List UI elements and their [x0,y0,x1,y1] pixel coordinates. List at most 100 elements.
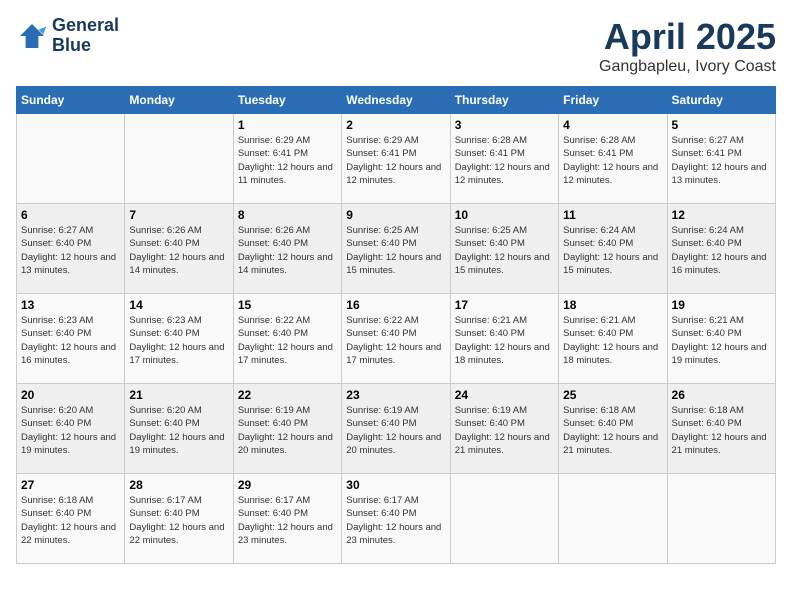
calendar-cell: 25 Sunrise: 6:18 AM Sunset: 6:40 PM Dayli… [559,384,667,474]
logo-icon [16,20,48,52]
day-info: Sunrise: 6:23 AM Sunset: 6:40 PM Dayligh… [129,314,228,367]
day-info: Sunrise: 6:20 AM Sunset: 6:40 PM Dayligh… [129,404,228,457]
calendar-cell: 11Sunrise: 6:24 AM Sunset: 6:40 PM Dayli… [559,204,667,294]
day-info: Sunrise: 6:24 AM Sunset: 6:40 PM Dayligh… [672,224,771,277]
calendar-cell: 13 Sunrise: 6:23 AM Sunset: 6:40 PM Dayli… [17,294,125,384]
calendar-week-row: 27 Sunrise: 6:18 AM Sunset: 6:40 PM Dayli… [17,474,776,564]
day-number: 24 [455,388,554,402]
day-info: Sunrise: 6:18 AM Sunset: 6:40 PM Dayligh… [21,494,120,547]
calendar-cell: 1 Sunrise: 6:29 AM Sunset: 6:41 PM Daylig… [233,114,341,204]
calendar-cell: 3Sunrise: 6:28 AM Sunset: 6:41 PM Daylig… [450,114,558,204]
calendar-cell: 27 Sunrise: 6:18 AM Sunset: 6:40 PM Dayli… [17,474,125,564]
day-number: 11 [563,208,662,222]
calendar-cell [559,474,667,564]
day-number: 20 [21,388,120,402]
day-info: Sunrise: 6:27 AM Sunset: 6:41 PM Dayligh… [672,134,771,187]
calendar-cell: 7Sunrise: 6:26 AM Sunset: 6:40 PM Daylig… [125,204,233,294]
page-header: General Blue April 2025 Gangbapleu, Ivor… [16,16,776,76]
day-info: Sunrise: 6:20 AM Sunset: 6:40 PM Dayligh… [21,404,120,457]
calendar-cell: 14 Sunrise: 6:23 AM Sunset: 6:40 PM Dayli… [125,294,233,384]
day-info: Sunrise: 6:21 AM Sunset: 6:40 PM Dayligh… [563,314,662,367]
weekday-header: Wednesday [342,87,450,114]
calendar-cell: 20 Sunrise: 6:20 AM Sunset: 6:40 PM Dayli… [17,384,125,474]
calendar-cell: 30 Sunrise: 6:17 AM Sunset: 6:40 PM Dayli… [342,474,450,564]
day-number: 29 [238,478,337,492]
calendar-cell [667,474,775,564]
calendar-cell: 18 Sunrise: 6:21 AM Sunset: 6:40 PM Dayli… [559,294,667,384]
calendar-cell: 29 Sunrise: 6:17 AM Sunset: 6:40 PM Dayli… [233,474,341,564]
calendar-cell: 24 Sunrise: 6:19 AM Sunset: 6:40 PM Dayli… [450,384,558,474]
day-number: 8 [238,208,337,222]
calendar-week-row: 20 Sunrise: 6:20 AM Sunset: 6:40 PM Dayli… [17,384,776,474]
day-info: Sunrise: 6:29 AM Sunset: 6:41 PM Dayligh… [346,134,445,187]
calendar-week-row: 6 Sunrise: 6:27 AM Sunset: 6:40 PM Daylig… [17,204,776,294]
day-info: Sunrise: 6:17 AM Sunset: 6:40 PM Dayligh… [238,494,337,547]
day-number: 9 [346,208,445,222]
day-number: 12 [672,208,771,222]
calendar-cell: 8 Sunrise: 6:26 AM Sunset: 6:40 PM Daylig… [233,204,341,294]
day-number: 13 [21,298,120,312]
title-area: April 2025 Gangbapleu, Ivory Coast [599,16,776,76]
day-number: 2 [346,118,445,132]
day-number: 26 [672,388,771,402]
day-number: 4 [563,118,662,132]
day-info: Sunrise: 6:19 AM Sunset: 6:40 PM Dayligh… [238,404,337,457]
day-number: 28 [129,478,228,492]
calendar-cell: 4Sunrise: 6:28 AM Sunset: 6:41 PM Daylig… [559,114,667,204]
day-info: Sunrise: 6:18 AM Sunset: 6:40 PM Dayligh… [563,404,662,457]
day-number: 21 [129,388,228,402]
calendar-table: SundayMondayTuesdayWednesdayThursdayFrid… [16,86,776,564]
day-number: 25 [563,388,662,402]
calendar-cell: 10Sunrise: 6:25 AM Sunset: 6:40 PM Dayli… [450,204,558,294]
calendar-cell: 2 Sunrise: 6:29 AM Sunset: 6:41 PM Daylig… [342,114,450,204]
day-info: Sunrise: 6:17 AM Sunset: 6:40 PM Dayligh… [346,494,445,547]
logo-text: General Blue [52,16,119,56]
weekday-header-row: SundayMondayTuesdayWednesdayThursdayFrid… [17,87,776,114]
day-info: Sunrise: 6:25 AM Sunset: 6:40 PM Dayligh… [346,224,445,277]
day-number: 10 [455,208,554,222]
day-number: 19 [672,298,771,312]
day-info: Sunrise: 6:21 AM Sunset: 6:40 PM Dayligh… [455,314,554,367]
day-number: 16 [346,298,445,312]
day-number: 6 [21,208,120,222]
calendar-cell: 16 Sunrise: 6:22 AM Sunset: 6:40 PM Dayli… [342,294,450,384]
logo: General Blue [16,16,119,56]
day-info: Sunrise: 6:18 AM Sunset: 6:40 PM Dayligh… [672,404,771,457]
calendar-cell: 6 Sunrise: 6:27 AM Sunset: 6:40 PM Daylig… [17,204,125,294]
weekday-header: Sunday [17,87,125,114]
calendar-cell: 9 Sunrise: 6:25 AM Sunset: 6:40 PM Daylig… [342,204,450,294]
day-info: Sunrise: 6:22 AM Sunset: 6:40 PM Dayligh… [238,314,337,367]
calendar-week-row: 13 Sunrise: 6:23 AM Sunset: 6:40 PM Dayli… [17,294,776,384]
calendar-cell: 26 Sunrise: 6:18 AM Sunset: 6:40 PM Dayli… [667,384,775,474]
weekday-header: Saturday [667,87,775,114]
weekday-header: Friday [559,87,667,114]
weekday-header: Thursday [450,87,558,114]
day-info: Sunrise: 6:22 AM Sunset: 6:40 PM Dayligh… [346,314,445,367]
day-number: 1 [238,118,337,132]
day-info: Sunrise: 6:23 AM Sunset: 6:40 PM Dayligh… [21,314,120,367]
day-number: 5 [672,118,771,132]
day-info: Sunrise: 6:21 AM Sunset: 6:40 PM Dayligh… [672,314,771,367]
calendar-cell: 22Sunrise: 6:19 AM Sunset: 6:40 PM Dayli… [233,384,341,474]
calendar-cell: 12 Sunrise: 6:24 AM Sunset: 6:40 PM Dayli… [667,204,775,294]
day-info: Sunrise: 6:29 AM Sunset: 6:41 PM Dayligh… [238,134,337,187]
calendar-cell [125,114,233,204]
day-info: Sunrise: 6:27 AM Sunset: 6:40 PM Dayligh… [21,224,120,277]
day-number: 27 [21,478,120,492]
day-number: 14 [129,298,228,312]
day-number: 3 [455,118,554,132]
calendar-cell [450,474,558,564]
day-info: Sunrise: 6:19 AM Sunset: 6:40 PM Dayligh… [455,404,554,457]
month-title: April 2025 [599,16,776,58]
day-number: 17 [455,298,554,312]
day-number: 23 [346,388,445,402]
day-number: 18 [563,298,662,312]
day-number: 30 [346,478,445,492]
calendar-cell: 23Sunrise: 6:19 AM Sunset: 6:40 PM Dayli… [342,384,450,474]
day-info: Sunrise: 6:26 AM Sunset: 6:40 PM Dayligh… [238,224,337,277]
location-title: Gangbapleu, Ivory Coast [599,58,776,76]
calendar-cell: 17 Sunrise: 6:21 AM Sunset: 6:40 PM Dayli… [450,294,558,384]
calendar-cell: 15Sunrise: 6:22 AM Sunset: 6:40 PM Dayli… [233,294,341,384]
day-number: 7 [129,208,228,222]
calendar-cell: 19 Sunrise: 6:21 AM Sunset: 6:40 PM Dayli… [667,294,775,384]
